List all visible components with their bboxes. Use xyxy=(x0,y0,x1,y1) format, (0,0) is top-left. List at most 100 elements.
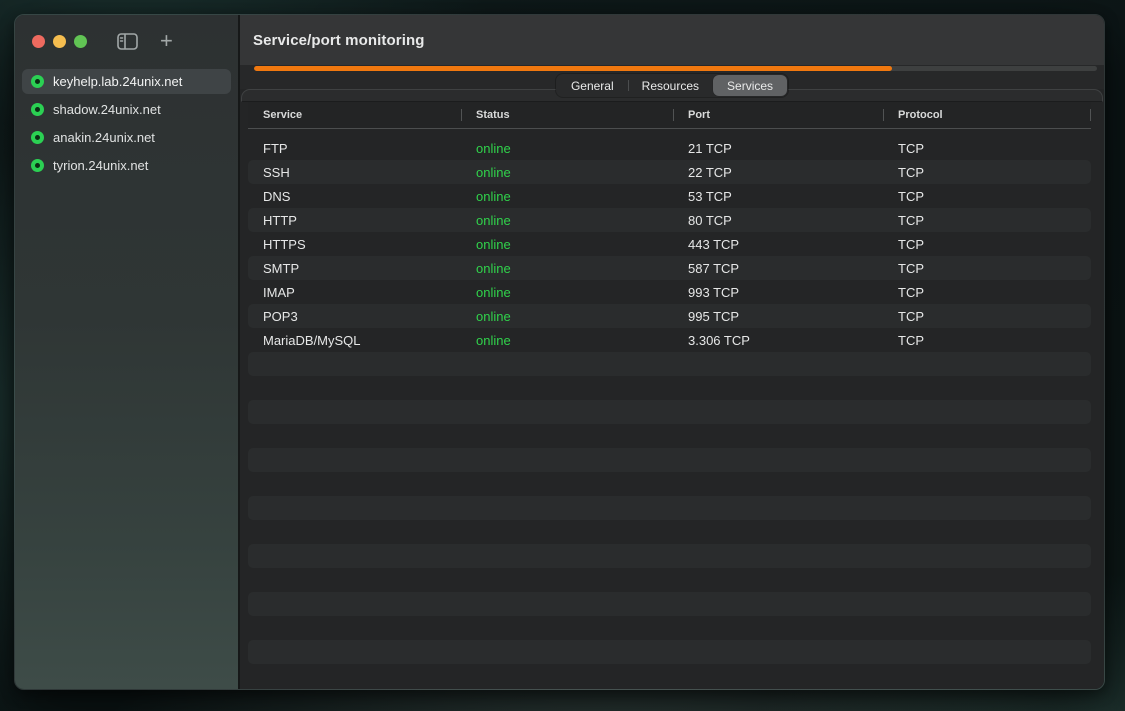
table-row[interactable]: POP3 online 995 TCP TCP xyxy=(248,304,1091,328)
table-row-empty xyxy=(248,592,1091,616)
minimize-button[interactable] xyxy=(53,35,66,48)
cell-status: online xyxy=(461,165,673,180)
column-header-port[interactable]: Port xyxy=(673,102,883,128)
tab-services[interactable]: Services xyxy=(713,75,787,96)
cell-status: online xyxy=(461,189,673,204)
cell-status: online xyxy=(461,285,673,300)
close-button[interactable] xyxy=(32,35,45,48)
table-row[interactable]: IMAP online 993 TCP TCP xyxy=(248,280,1091,304)
table-row[interactable]: HTTPS online 443 TCP TCP xyxy=(248,232,1091,256)
server-label: anakin.24unix.net xyxy=(53,130,155,145)
table-row-empty xyxy=(248,544,1091,568)
server-status-icon xyxy=(31,75,44,88)
cell-port: 993 TCP xyxy=(673,285,883,300)
server-status-icon xyxy=(31,159,44,172)
cell-port: 53 TCP xyxy=(673,189,883,204)
cell-status: online xyxy=(461,309,673,324)
column-header-status[interactable]: Status xyxy=(461,102,673,128)
cell-protocol: TCP xyxy=(883,165,1091,180)
app-window: + keyhelp.lab.24unix.net shadow.24unix.n… xyxy=(14,14,1105,690)
server-status-icon xyxy=(31,103,44,116)
sidebar-item-server[interactable]: shadow.24unix.net xyxy=(22,97,231,122)
tab-label: General xyxy=(571,79,614,93)
sidebar-item-server[interactable]: anakin.24unix.net xyxy=(22,125,231,150)
zoom-button[interactable] xyxy=(74,35,87,48)
table-header: Service Status Port Protocol xyxy=(248,102,1091,129)
tab-label: Services xyxy=(727,79,773,93)
progress-track xyxy=(254,66,1097,71)
server-status-icon xyxy=(31,131,44,144)
add-server-icon[interactable]: + xyxy=(160,30,173,52)
cell-service: HTTPS xyxy=(248,237,461,252)
column-header-protocol[interactable]: Protocol xyxy=(883,102,1091,128)
desktop-wallpaper: + keyhelp.lab.24unix.net shadow.24unix.n… xyxy=(0,0,1125,711)
column-header-service[interactable]: Service xyxy=(248,102,461,128)
server-label: tyrion.24unix.net xyxy=(53,158,148,173)
table-row-empty xyxy=(248,400,1091,424)
progress-fill xyxy=(254,66,892,71)
cell-port: 995 TCP xyxy=(673,309,883,324)
table-row-empty xyxy=(248,352,1091,376)
table-row-empty xyxy=(248,472,1091,496)
cell-status: online xyxy=(461,333,673,348)
table-row[interactable]: FTP online 21 TCP TCP xyxy=(248,136,1091,160)
cell-protocol: TCP xyxy=(883,285,1091,300)
tab-bar: General Resources Services xyxy=(240,74,1104,97)
table-row-empty xyxy=(248,640,1091,664)
services-panel: General Resources Services Service Statu… xyxy=(240,89,1104,689)
cell-port: 3.306 TCP xyxy=(673,333,883,348)
cell-service: SSH xyxy=(248,165,461,180)
cell-port: 587 TCP xyxy=(673,261,883,276)
cell-protocol: TCP xyxy=(883,333,1091,348)
cell-protocol: TCP xyxy=(883,309,1091,324)
cell-service: MariaDB/MySQL xyxy=(248,333,461,348)
main-content: Service/port monitoring General Resource… xyxy=(240,15,1104,689)
table-row[interactable]: SSH online 22 TCP TCP xyxy=(248,160,1091,184)
sidebar: + keyhelp.lab.24unix.net shadow.24unix.n… xyxy=(15,15,240,689)
table-row[interactable]: SMTP online 587 TCP TCP xyxy=(248,256,1091,280)
cell-status: online xyxy=(461,237,673,252)
server-list: keyhelp.lab.24unix.net shadow.24unix.net… xyxy=(15,67,238,178)
cell-port: 22 TCP xyxy=(673,165,883,180)
tab-label: Resources xyxy=(642,79,699,93)
window-controls: + xyxy=(15,15,238,67)
cell-service: FTP xyxy=(248,141,461,156)
segmented-control: General Resources Services xyxy=(556,74,788,97)
cell-service: IMAP xyxy=(248,285,461,300)
page-title: Service/port monitoring xyxy=(253,32,425,49)
tab-resources[interactable]: Resources xyxy=(628,75,713,96)
table-body: FTP online 21 TCP TCP SSH online 22 TCP … xyxy=(248,136,1091,664)
table-row-empty xyxy=(248,448,1091,472)
cell-service: POP3 xyxy=(248,309,461,324)
table-row-empty xyxy=(248,616,1091,640)
sidebar-toggle-icon[interactable] xyxy=(117,33,138,50)
cell-protocol: TCP xyxy=(883,213,1091,228)
cell-protocol: TCP xyxy=(883,189,1091,204)
cell-status: online xyxy=(461,213,673,228)
table-row[interactable]: MariaDB/MySQL online 3.306 TCP TCP xyxy=(248,328,1091,352)
cell-port: 80 TCP xyxy=(673,213,883,228)
cell-service: DNS xyxy=(248,189,461,204)
table-row-empty xyxy=(248,376,1091,400)
cell-status: online xyxy=(461,141,673,156)
cell-protocol: TCP xyxy=(883,261,1091,276)
sidebar-item-server[interactable]: tyrion.24unix.net xyxy=(22,153,231,178)
table-row-empty xyxy=(248,568,1091,592)
cell-service: HTTP xyxy=(248,213,461,228)
server-label: keyhelp.lab.24unix.net xyxy=(53,74,182,89)
cell-service: SMTP xyxy=(248,261,461,276)
table-row[interactable]: DNS online 53 TCP TCP xyxy=(248,184,1091,208)
table-row-empty xyxy=(248,424,1091,448)
cell-port: 443 TCP xyxy=(673,237,883,252)
cell-port: 21 TCP xyxy=(673,141,883,156)
cell-protocol: TCP xyxy=(883,237,1091,252)
table-row[interactable]: HTTP online 80 TCP TCP xyxy=(248,208,1091,232)
server-label: shadow.24unix.net xyxy=(53,102,161,117)
table-row-empty xyxy=(248,496,1091,520)
tab-general[interactable]: General xyxy=(557,75,628,96)
table-row-empty xyxy=(248,520,1091,544)
sidebar-item-server[interactable]: keyhelp.lab.24unix.net xyxy=(22,69,231,94)
title-bar: Service/port monitoring xyxy=(240,15,1104,65)
cell-protocol: TCP xyxy=(883,141,1091,156)
cell-status: online xyxy=(461,261,673,276)
